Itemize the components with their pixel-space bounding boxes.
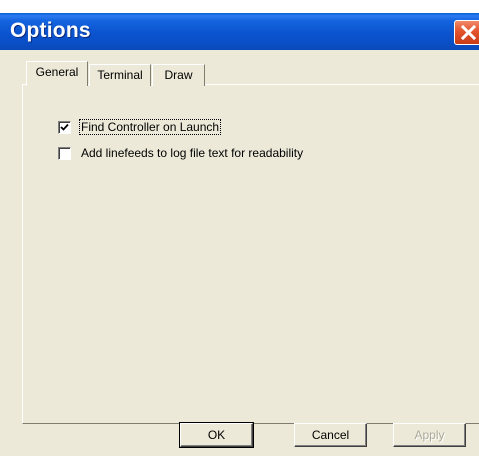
add-linefeeds-checkbox[interactable] — [58, 146, 71, 160]
add-linefeeds-label[interactable]: Add linefeeds to log file text for reada… — [80, 146, 304, 160]
tab-panel-general — [22, 84, 479, 424]
tab-terminal[interactable]: Terminal — [89, 64, 151, 86]
options-dialog: Options General Terminal Draw Find Contr… — [0, 0, 479, 456]
tab-draw[interactable]: Draw — [152, 64, 205, 86]
ok-button[interactable]: OK — [179, 422, 254, 448]
checkmark-icon — [60, 123, 69, 131]
tab-general[interactable]: General — [26, 61, 88, 86]
close-button[interactable] — [454, 20, 479, 45]
tab-draw-label: Draw — [164, 68, 193, 82]
find-controller-option[interactable]: Find Controller on Launch — [58, 119, 222, 135]
find-controller-label[interactable]: Find Controller on Launch — [78, 119, 222, 135]
cancel-button[interactable]: Cancel — [294, 423, 367, 447]
add-linefeeds-option[interactable]: Add linefeeds to log file text for reada… — [58, 145, 304, 161]
find-controller-checkbox[interactable] — [58, 120, 71, 134]
close-icon — [461, 25, 476, 40]
apply-button[interactable]: Apply — [393, 423, 466, 447]
tab-terminal-label: Terminal — [97, 68, 143, 82]
window-title: Options — [10, 19, 91, 42]
title-bar[interactable]: Options — [0, 13, 479, 50]
tab-general-label: General — [35, 65, 79, 79]
